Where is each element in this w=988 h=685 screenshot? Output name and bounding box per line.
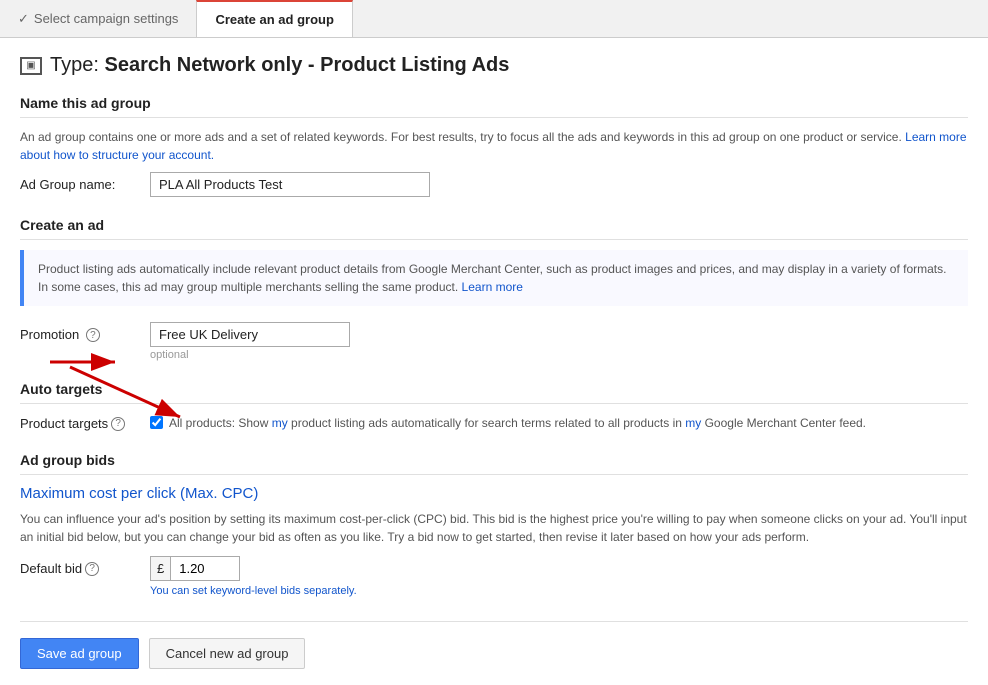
promotion-label: Promotion ? <box>20 327 150 343</box>
save-ad-group-button[interactable]: Save ad group <box>20 638 139 669</box>
auto-targets-header: Auto targets <box>20 381 968 404</box>
ad-group-name-input[interactable] <box>150 172 430 197</box>
create-ad-section: Create an ad Product listing ads automat… <box>20 217 968 361</box>
promotion-optional-label: optional <box>150 349 968 361</box>
max-cpc-title[interactable]: Maximum cost per click (Max. CPC) <box>20 485 968 502</box>
all-products-checkbox[interactable] <box>150 416 163 429</box>
arrows-wrapper: Promotion ? optional <box>20 322 968 361</box>
tab-select-campaign[interactable]: ✓ Select campaign settings <box>0 0 196 37</box>
top-navigation: ✓ Select campaign settings Create an ad … <box>0 0 988 38</box>
promotion-container: Promotion ? optional <box>20 322 968 361</box>
main-content: ▣ Type: Search Network only - Product Li… <box>0 38 988 685</box>
page-title: Type: Search Network only - Product List… <box>50 54 509 77</box>
ad-group-name-row: Ad Group name: <box>20 172 968 197</box>
promotion-input[interactable] <box>150 322 350 347</box>
cancel-new-ad-group-button[interactable]: Cancel new ad group <box>149 638 306 669</box>
promotion-row: Promotion ? <box>20 322 968 347</box>
bottom-buttons: Save ad group Cancel new ad group <box>20 621 968 669</box>
auto-targets-section: Auto targets Product targets ? All produ… <box>20 381 968 432</box>
page-title-section: ▣ Type: Search Network only - Product Li… <box>20 54 968 77</box>
learn-more-listing-ads-link[interactable]: Learn more <box>462 280 523 294</box>
ad-group-name-label: Ad Group name: <box>20 177 150 192</box>
default-bid-row: Default bid ? £ <box>20 556 968 581</box>
name-section-header: Name this ad group <box>20 95 968 118</box>
tab-select-campaign-label: Select campaign settings <box>34 11 179 26</box>
all-products-checkbox-label: All products: Show my product listing ad… <box>169 414 866 432</box>
bids-section: Ad group bids Maximum cost per click (Ma… <box>20 452 968 597</box>
name-section-description: An ad group contains one or more ads and… <box>20 128 968 164</box>
name-section: Name this ad group An ad group contains … <box>20 95 968 197</box>
bids-header: Ad group bids <box>20 452 968 475</box>
check-icon: ✓ <box>18 11 29 27</box>
tab-create-ad-group[interactable]: Create an ad group <box>196 0 352 37</box>
product-targets-row: Product targets ? All products: Show my … <box>20 414 968 432</box>
default-bid-label: Default bid ? <box>20 561 150 576</box>
default-bid-help-icon[interactable]: ? <box>85 562 99 576</box>
default-bid-input[interactable] <box>170 556 240 581</box>
create-ad-header: Create an ad <box>20 217 968 240</box>
product-targets-label: Product targets ? <box>20 414 150 431</box>
currency-symbol: £ <box>150 556 170 581</box>
promotion-help-icon[interactable]: ? <box>86 328 100 342</box>
create-ad-info-box: Product listing ads automatically includ… <box>20 250 968 306</box>
tab-create-ad-group-label: Create an ad group <box>215 12 333 27</box>
type-icon: ▣ <box>20 57 42 75</box>
product-targets-help-icon[interactable]: ? <box>111 417 125 431</box>
keyword-hint: You can set keyword-level bids separatel… <box>150 585 968 597</box>
bids-description: You can influence your ad's position by … <box>20 510 968 546</box>
